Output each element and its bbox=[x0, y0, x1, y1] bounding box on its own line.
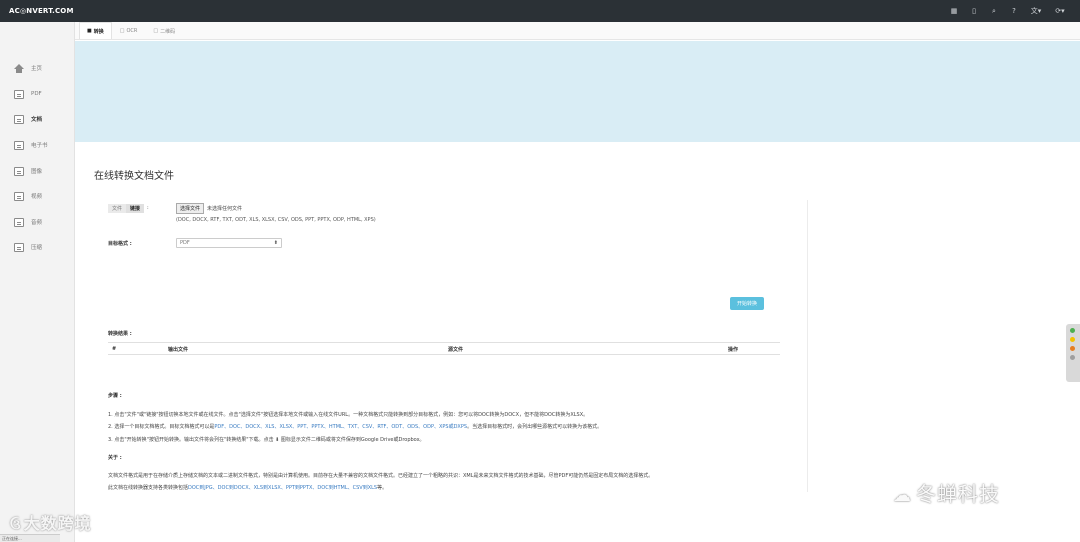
watermark-left: ઉ 大数跨境 bbox=[10, 510, 92, 534]
sidebar-item-home[interactable]: 主页 bbox=[0, 58, 75, 78]
orange-dot-icon bbox=[1070, 346, 1075, 351]
site-logo[interactable]: AC◎NVERT.COM bbox=[0, 7, 74, 15]
yellow-dot-icon bbox=[1070, 337, 1075, 342]
about-suffix: 等。 bbox=[377, 485, 388, 491]
tab-mark: □ bbox=[153, 28, 159, 34]
pdf-icon bbox=[14, 89, 24, 99]
sidebar-item-label: PDF bbox=[31, 91, 42, 97]
sidebar-item-ebook[interactable]: 电子书 bbox=[0, 135, 75, 155]
step-1: 1. 点击"文件"或"链接"按钮切换本地文件或在线文件。点击"选择文件"按钮选择… bbox=[108, 412, 589, 418]
tab-mark: □ bbox=[119, 28, 125, 34]
wechat-icon: ☁ bbox=[893, 485, 912, 506]
results-label: 转换结果 : bbox=[108, 331, 132, 337]
source-link-option[interactable]: 链接 bbox=[126, 203, 145, 213]
col-source-file: 源文件 bbox=[448, 347, 464, 353]
target-format-label: 目标格式 : bbox=[108, 241, 132, 247]
image-icon bbox=[14, 166, 24, 176]
source-file-option[interactable]: 文件 bbox=[108, 203, 127, 213]
main-content: ■ 转换 □ OCR □ 二维码 在线转换文档文件 文件 链接 : 选择文件 未… bbox=[75, 22, 1080, 542]
sidebar-item-label: 主页 bbox=[31, 66, 43, 72]
step-2-format-links[interactable]: PDF、DOC、DOCX、XLS、XLSX、PPT、PPTX、HTML、TXT、… bbox=[214, 424, 467, 430]
file-picker: 选择文件 未选择任何文件 bbox=[176, 203, 242, 214]
feedback-widget[interactable] bbox=[1066, 324, 1080, 382]
navbar-tools: ▦ ▯ ⌕ ? 文▾ ⟳▾ bbox=[944, 0, 1080, 22]
sidebar-item-archive[interactable]: 压缩 bbox=[0, 237, 75, 257]
top-navbar: AC◎NVERT.COM ▦ ▯ ⌕ ? 文▾ ⟳▾ bbox=[0, 0, 1080, 22]
search-icon[interactable]: ⌕ bbox=[984, 0, 1004, 22]
about-prefix: 此文档在线转换器支持各类转换包括 bbox=[108, 485, 189, 491]
page-title: 在线转换文档文件 bbox=[94, 171, 174, 182]
sidebar-item-label: 音频 bbox=[31, 220, 43, 226]
sidebar-item-label: 文档 bbox=[31, 117, 43, 123]
home-icon bbox=[14, 63, 24, 73]
sidebar-item-label: 电子书 bbox=[31, 143, 48, 149]
watermark-swirl-icon: ઉ bbox=[10, 517, 22, 533]
col-output-file: 输出文件 bbox=[168, 347, 189, 353]
video-icon bbox=[14, 191, 24, 201]
archive-icon bbox=[14, 242, 24, 252]
col-index: # bbox=[112, 346, 117, 352]
tab-label: 转换 bbox=[93, 28, 104, 35]
sidebar-item-audio[interactable]: 音频 bbox=[0, 212, 75, 232]
language-icon[interactable]: 文▾ bbox=[1024, 0, 1048, 22]
sidebar-item-label: 视频 bbox=[31, 194, 43, 200]
tab-bar: ■ 转换 □ OCR □ 二维码 bbox=[75, 22, 1080, 40]
select-caret-icon: ⬍ bbox=[273, 240, 278, 246]
tab-label: OCR bbox=[126, 28, 138, 34]
ebook-icon bbox=[14, 140, 24, 150]
green-dot-icon bbox=[1070, 328, 1075, 333]
source-toggle: 文件 链接 : bbox=[108, 203, 149, 213]
tab-convert[interactable]: ■ 转换 bbox=[79, 22, 112, 39]
col-actions: 操作 bbox=[728, 347, 739, 353]
sidebar-item-image[interactable]: 图像 bbox=[0, 161, 75, 181]
tab-qrcode[interactable]: □ 二维码 bbox=[145, 22, 183, 39]
source-colon: : bbox=[147, 205, 149, 211]
about-paragraph-2: 此文档在线转换器支持各类转换包括DOC到JPG、DOC到DOCX、XLS到XLS… bbox=[108, 484, 387, 491]
grid-icon[interactable]: ▦ bbox=[944, 0, 964, 22]
watermark-left-text: 大数跨境 bbox=[23, 514, 92, 533]
about-conversion-links[interactable]: DOC到JPG、DOC到DOCX、XLS到XLSX、PPT到PPTX、DOC到H… bbox=[188, 485, 377, 491]
tab-ocr[interactable]: □ OCR bbox=[112, 22, 146, 39]
watermark-right-text: 冬蝉科技 bbox=[916, 482, 1000, 506]
step-2-prefix: 2. 选择一个目标文档格式。目标文档格式可以是 bbox=[108, 424, 215, 430]
ad-banner bbox=[75, 41, 1080, 142]
choose-file-button[interactable]: 选择文件 bbox=[176, 203, 205, 214]
about-title: 关于 : bbox=[108, 455, 122, 461]
document-icon bbox=[14, 114, 24, 124]
step-2-suffix: 。当选择目标格式时，会列出哪些源格式可以转换为该格式。 bbox=[467, 424, 603, 430]
converter-panel: 文件 链接 : 选择文件 未选择任何文件 (DOC, DOCX, RTF, TX… bbox=[94, 200, 808, 492]
tab-mark: ■ bbox=[87, 28, 92, 34]
file-status: 未选择任何文件 bbox=[207, 206, 243, 212]
sidebar: 主页 PDF 文档 电子书 图像 视频 音频 压缩 bbox=[0, 22, 75, 542]
refresh-icon[interactable]: ⟳▾ bbox=[1048, 0, 1072, 22]
target-format-select[interactable]: PDF ⬍ bbox=[176, 238, 282, 248]
target-format-value: PDF bbox=[180, 240, 190, 246]
tab-label: 二维码 bbox=[160, 28, 176, 35]
sidebar-item-video[interactable]: 视频 bbox=[0, 186, 75, 206]
watermark-right: ☁ 冬蝉科技 bbox=[893, 478, 1000, 507]
steps-title: 步骤 : bbox=[108, 393, 122, 399]
grey-dot-icon bbox=[1070, 355, 1075, 360]
supported-formats-note: (DOC, DOCX, RTF, TXT, ODT, XLS, XLSX, CS… bbox=[176, 217, 376, 223]
sidebar-item-document[interactable]: 文档 bbox=[0, 109, 75, 129]
bookmark-icon[interactable]: ▯ bbox=[964, 0, 984, 22]
results-table-header: # 输出文件 源文件 操作 bbox=[108, 342, 780, 355]
sidebar-item-label: 压缩 bbox=[31, 245, 43, 251]
sidebar-item-label: 图像 bbox=[31, 169, 43, 175]
sidebar-item-pdf[interactable]: PDF bbox=[0, 84, 75, 104]
help-icon[interactable]: ? bbox=[1004, 0, 1024, 22]
start-conversion-button[interactable]: 开始转换 bbox=[730, 297, 764, 310]
about-paragraph-1: 文档文件格式是用于在存储介质上存储文档的文本或二进制文件格式，特别是由计算机使用… bbox=[108, 473, 654, 479]
step-3: 3. 点击"开始转换"按钮开始转换。输出文件将会列在"转换结果"下载。点击 ⬇ … bbox=[108, 437, 425, 443]
browser-status-bar: 正在连接... bbox=[0, 534, 60, 542]
step-2: 2. 选择一个目标文档格式。目标文档格式可以是PDF、DOC、DOCX、XLS、… bbox=[108, 423, 602, 430]
audio-icon bbox=[14, 217, 24, 227]
